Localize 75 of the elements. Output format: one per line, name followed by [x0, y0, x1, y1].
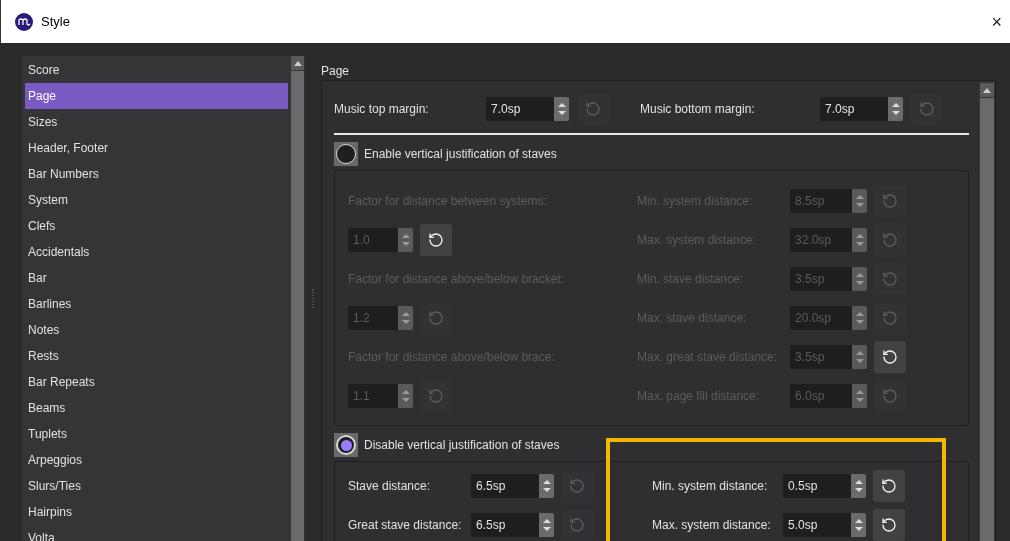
- reset-icon: [881, 477, 897, 494]
- field-label: Min. system distance:: [652, 477, 769, 495]
- reset-button[interactable]: [874, 340, 906, 373]
- reset-icon: [881, 516, 897, 533]
- reset-icon: [882, 270, 898, 287]
- app-logo-icon: [15, 12, 33, 31]
- reset-icon: [428, 387, 444, 404]
- reset-icon: [882, 348, 898, 365]
- reset-icon: [882, 309, 898, 326]
- spin-arrows[interactable]: [852, 227, 867, 252]
- sidebar-item[interactable]: System: [25, 187, 288, 213]
- sidebar-item[interactable]: Beams: [25, 395, 288, 421]
- sidebar-item[interactable]: Hairpins: [25, 499, 288, 525]
- section-title: Page: [321, 63, 351, 80]
- spin-arrows[interactable]: [851, 512, 866, 537]
- radio-button[interactable]: [334, 433, 358, 457]
- spin-field[interactable]: 6.5sp: [471, 473, 539, 498]
- reset-icon: [569, 477, 585, 494]
- field-label: Music bottom margin:: [640, 101, 756, 118]
- sidebar-item[interactable]: Score: [25, 57, 288, 83]
- sidebar-item[interactable]: Page: [25, 83, 288, 109]
- field-label: Great stave distance:: [348, 516, 463, 534]
- spin-arrows[interactable]: [852, 383, 867, 408]
- spin-field[interactable]: 0.5sp: [783, 473, 851, 498]
- scroll-up-icon[interactable]: [983, 87, 991, 93]
- sidebar-item[interactable]: Bar: [25, 265, 288, 291]
- spin-arrows[interactable]: [539, 473, 554, 498]
- reset-icon: [428, 231, 444, 248]
- spin-arrows[interactable]: [398, 227, 413, 252]
- spin-field[interactable]: 6.5sp: [471, 512, 539, 537]
- scrollbar[interactable]: [979, 81, 995, 541]
- reset-icon: [428, 309, 444, 326]
- radio-label: Enable vertical justification of staves: [364, 146, 557, 163]
- spin-field[interactable]: 7.0sp: [486, 97, 554, 121]
- spin-arrows[interactable]: [398, 383, 413, 408]
- sidebar-item[interactable]: Barlines: [25, 291, 288, 317]
- spin-field[interactable]: 7.0sp: [820, 97, 888, 121]
- sidebar-item[interactable]: Accidentals: [25, 239, 288, 265]
- sidebar-item[interactable]: Notes: [25, 317, 288, 343]
- spin-arrows[interactable]: [852, 266, 867, 291]
- field-label: Stave distance:: [348, 477, 432, 495]
- spin-field[interactable]: 5.0sp: [783, 512, 851, 537]
- spin-arrows[interactable]: [851, 473, 866, 498]
- reset-icon: [882, 192, 898, 209]
- field-label: Music top margin:: [334, 101, 430, 118]
- spin-arrows[interactable]: [852, 188, 867, 213]
- window-title: Style: [41, 12, 70, 31]
- spin-arrows[interactable]: [852, 305, 867, 330]
- sidebar-item[interactable]: Bar Repeats: [25, 369, 288, 395]
- sidebar-item[interactable]: Rests: [25, 343, 288, 369]
- sidebar-item[interactable]: Header, Footer: [25, 135, 288, 161]
- sidebar-item[interactable]: Arpeggios: [25, 447, 288, 473]
- spin-arrows[interactable]: [398, 305, 413, 330]
- radio-button[interactable]: [334, 142, 358, 166]
- reset-icon: [569, 516, 585, 533]
- sidebar-item[interactable]: Tuplets: [25, 421, 288, 447]
- spin-arrows[interactable]: [539, 512, 554, 537]
- reset-button[interactable]: [873, 508, 905, 541]
- reset-icon: [882, 387, 898, 404]
- reset-icon: [585, 101, 601, 117]
- reset-button[interactable]: [873, 469, 905, 502]
- reset-icon: [919, 101, 935, 117]
- spin-arrows[interactable]: [852, 344, 867, 369]
- sidebar-item[interactable]: Bar Numbers: [25, 161, 288, 187]
- scroll-up-icon[interactable]: [293, 60, 302, 66]
- reset-button[interactable]: [420, 223, 452, 256]
- field-label: Max. system distance:: [652, 516, 772, 534]
- radio-label: Disable vertical justification of staves: [364, 437, 560, 454]
- close-button[interactable]: ×: [991, 12, 1002, 31]
- reset-icon: [882, 231, 898, 248]
- scrollbar[interactable]: [290, 56, 305, 541]
- sidebar-item[interactable]: Slurs/Ties: [25, 473, 288, 499]
- splitter-handle-icon[interactable]: [311, 288, 314, 309]
- sidebar-item[interactable]: Sizes: [25, 109, 288, 135]
- sidebar-item[interactable]: Clefs: [25, 213, 288, 239]
